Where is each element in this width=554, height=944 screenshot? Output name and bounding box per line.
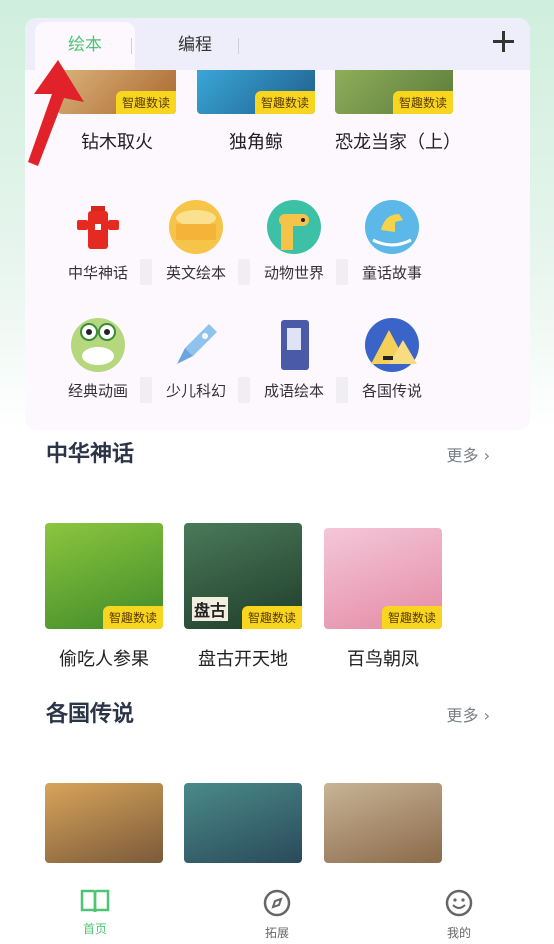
nav-explore[interactable]: 拓展 — [237, 888, 317, 941]
category-english-books[interactable]: 英文绘本 — [148, 200, 250, 285]
more-link[interactable]: 更多 › — [447, 702, 491, 726]
book-icon — [267, 318, 321, 372]
book-open-icon — [80, 889, 110, 913]
nav-label: 我的 — [446, 926, 471, 940]
nav-label: 拓展 — [264, 926, 289, 940]
category-label: 成语绘本 — [263, 382, 324, 400]
book-cover: 盘古 智趣数读 — [184, 523, 302, 629]
book-cover — [45, 783, 163, 863]
book-card[interactable]: 盘古 智趣数读 盘古开天地 — [184, 523, 302, 671]
nav-home[interactable]: 首页 — [55, 888, 135, 937]
book-cover: 智趣数读 — [324, 528, 442, 629]
tab-programming[interactable]: 编程 — [155, 22, 235, 70]
book-card[interactable]: 智趣数读 百鸟朝凤 — [324, 528, 442, 671]
bottom-nav: 首页 拓展 我的 — [0, 870, 554, 944]
book-card[interactable]: 智趣数读 偷吃人参果 — [45, 523, 163, 671]
badge: 智趣数读 — [102, 606, 163, 629]
book-title: 盘古开天地 — [198, 649, 288, 670]
fire-hydrant-icon — [71, 200, 125, 254]
tab-divider — [238, 38, 239, 54]
category-label: 各国传说 — [361, 382, 422, 400]
book-cover — [184, 783, 302, 863]
badge: 智趣数读 — [381, 606, 442, 629]
book-title: 偷吃人参果 — [59, 649, 149, 670]
book-cover: 智趣数读 — [335, 70, 453, 114]
badge: 智趣数读 — [254, 91, 315, 114]
category-label: 经典动画 — [67, 382, 128, 400]
category-classic-animation[interactable]: 经典动画 — [50, 318, 152, 403]
tab-bar: 绘本 编程 — [25, 18, 530, 70]
category-panel: 绘本 编程 智趣数读 钻木取火 智趣数读 独角鲸 智趣数读 恐龙当家（上） 中华… — [25, 18, 530, 430]
book-title: 恐龙当家（上） — [335, 132, 461, 153]
category-label: 动物世界 — [263, 264, 324, 282]
badge: 智趣数读 — [392, 91, 453, 114]
category-fairy-tales[interactable]: 童话故事 — [344, 200, 440, 283]
badge: 智趣数读 — [241, 606, 302, 629]
book-card[interactable] — [45, 783, 163, 863]
lantern-icon — [169, 200, 223, 254]
tab-divider — [131, 38, 132, 54]
section-title: 各国传说 — [46, 702, 135, 727]
nav-profile[interactable]: 我的 — [419, 888, 499, 941]
cover-title: 盘古 — [192, 597, 229, 621]
book-cover: 智趣数读 — [45, 523, 163, 629]
category-idiom-books[interactable]: 成语绘本 — [246, 318, 348, 403]
category-label: 少儿科幻 — [165, 382, 226, 400]
book-card[interactable] — [324, 783, 442, 863]
add-icon[interactable] — [492, 30, 516, 54]
book-cover — [324, 783, 442, 863]
rocket-icon — [169, 318, 223, 372]
book-title: 百鸟朝凤 — [347, 649, 419, 670]
book-cover: 智趣数读 — [197, 70, 315, 114]
book-card[interactable] — [184, 783, 302, 863]
category-label: 童话故事 — [361, 264, 422, 282]
pyramid-icon — [365, 318, 419, 372]
section-title: 中华神话 — [46, 442, 135, 467]
rocking-horse-icon — [365, 200, 419, 254]
book-card[interactable]: 智趣数读 独角鲸 — [197, 70, 315, 154]
book-title: 独角鲸 — [229, 132, 283, 153]
badge: 智趣数读 — [115, 91, 176, 114]
frog-icon — [71, 318, 125, 372]
smiley-icon — [445, 889, 473, 917]
giraffe-icon — [267, 200, 321, 254]
featured-books-row: 智趣数读 钻木取火 智趣数读 独角鲸 智趣数读 恐龙当家（上） — [25, 70, 530, 180]
category-label: 英文绘本 — [165, 264, 226, 282]
category-label: 中华神话 — [67, 264, 128, 282]
arrow-pointer-icon — [28, 60, 84, 166]
book-card[interactable]: 智趣数读 恐龙当家（上） — [335, 70, 461, 154]
nav-label: 首页 — [82, 922, 107, 936]
category-world-legends[interactable]: 各国传说 — [344, 318, 440, 401]
compass-icon — [263, 889, 291, 917]
more-link[interactable]: 更多 › — [447, 442, 491, 466]
category-animal-world[interactable]: 动物世界 — [246, 200, 348, 285]
category-chinese-myth[interactable]: 中华神话 — [50, 200, 152, 285]
category-kids-scifi[interactable]: 少儿科幻 — [148, 318, 250, 403]
